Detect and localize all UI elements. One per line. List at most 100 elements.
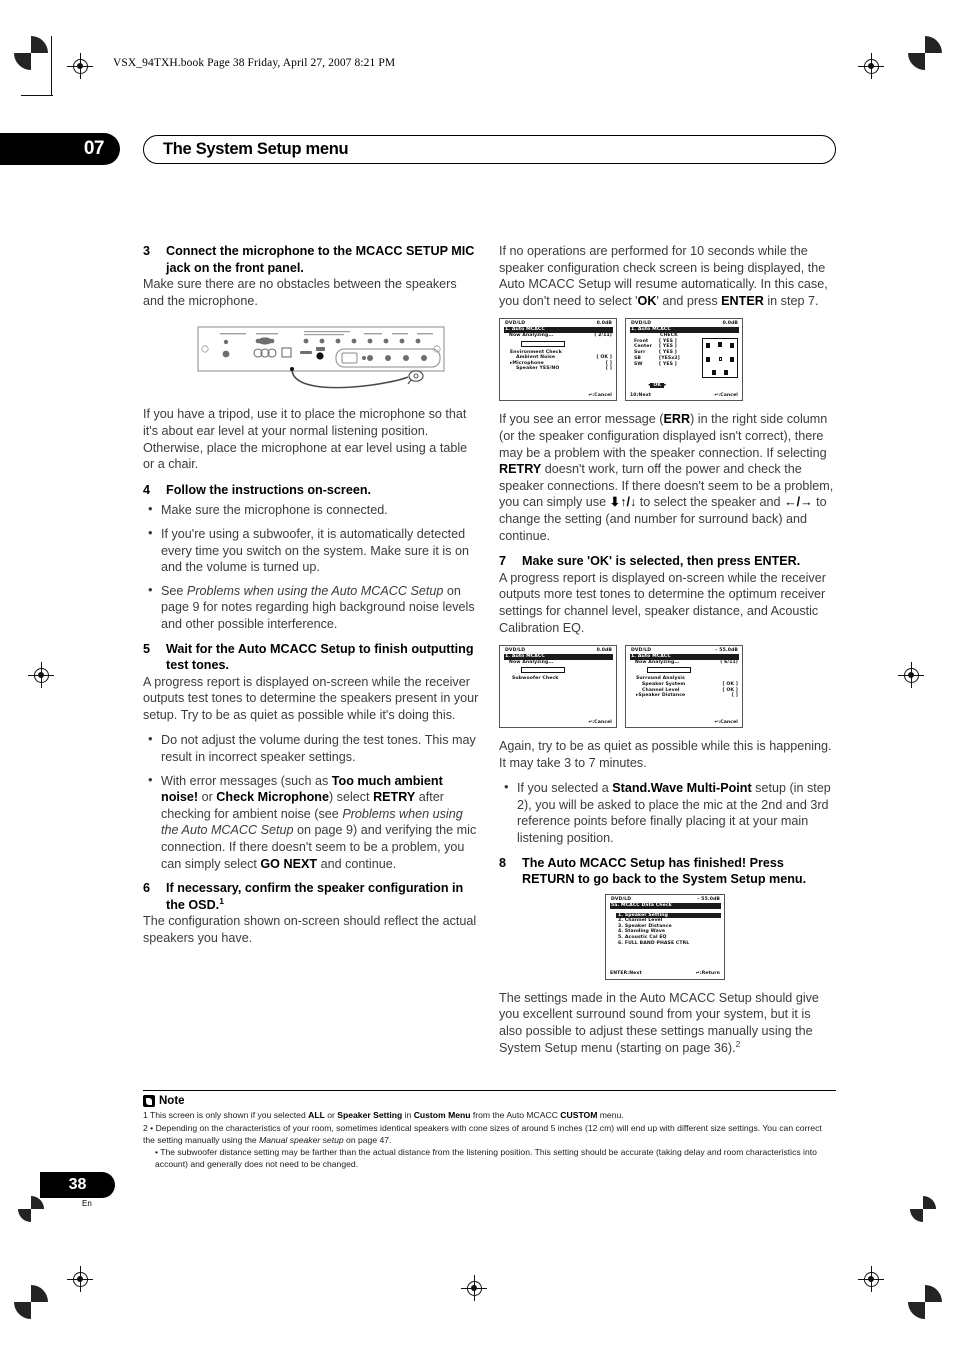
osd-source-label: DVD/LD [505,648,526,654]
osd-cancel-hint: ↵:Cancel [714,392,738,398]
chapter-title-text: The System Setup menu [163,140,349,158]
page-number-badge: 38 [40,1172,115,1198]
osd-analyzing-row: Now Analyzing… ( 6/11) [630,660,739,666]
trim-line-top-left [51,36,53,96]
registration-mark-top-left [14,36,48,70]
menu-item-full-band-phase-ctrl[interactable]: 6. FULL BAND PHASE CTRL [616,941,721,947]
running-head: VSX_94TXH.book Page 38 Friday, April 27,… [113,57,396,69]
osd-footer: ↵:Cancel [630,720,738,726]
registration-dot-lower-left [18,1196,44,1222]
registration-mark-bottom-left [14,1285,48,1319]
osd-screens-row-2: DVD/LD 0.0dB 1. Auto MCACC Now Analyzing… [499,645,835,729]
osd-progress-meter [521,667,565,674]
osd-level-label: 0.0dB [596,648,612,654]
step-7-heading: 7 Make sure 'OK' is selected, then press… [499,553,835,570]
step-6-number: 6 [143,881,151,896]
step-5-heading-text: Wait for the Auto MCACC Setup to finish … [166,641,474,673]
osd-level-label: 0.0dB [722,321,738,327]
osd-progress-meter [521,340,565,347]
registration-mark-bottom-right [908,1285,942,1319]
registration-mark-top-right [908,36,942,70]
page-title: The System Setup menu [143,135,836,164]
step-5-body: A progress report is displayed on-screen… [143,674,479,722]
osd-subwoofer-check: DVD/LD 0.0dB 1. Auto MCACC Now Analyzing… [499,645,617,729]
osd-screens-row-1: DVD/LD 0.0dB 1. Auto MCACC Now Analyzing… [499,318,835,402]
note-title: Note [159,1095,185,1108]
tripod-paragraph: If you have a tripod, use it to place th… [143,407,468,472]
step-3-body: Make sure there are no obstacles between… [143,277,457,308]
osd-surround-analysis: DVD/LD – 55.0dB 1. Auto MCACC Now Analyz… [625,645,743,729]
osd-footer: ↵:Cancel [504,720,612,726]
osd-level-label: – 55.0dB [697,896,720,902]
osd-speaker-table: Front[ YES ] Center[ YES ] Surr[ YES ] S… [630,339,681,368]
step-4-heading-text: Follow the instructions on-screen. [166,482,372,497]
note-item-2: 2 • Depending on the characteristics of … [143,1122,822,1145]
osd-footer: ↵:Cancel [504,393,612,399]
osd-status-bar: DVD/LD – 55.0dB [630,648,739,654]
note-divider [143,1090,836,1092]
right-text-column: If no operations are performed for 10 se… [499,243,835,1065]
osd-mcacc-data-check: DVD/LD – 55.0dB 5a. MCACC Data Check 1. … [605,893,725,980]
list-item: Do not adjust the volume during the test… [143,731,479,765]
step-4-heading: 4 Follow the instructions on-screen. [143,482,479,499]
list-item: If you selected a Stand.Wave Multi-Point… [499,779,835,846]
osd-next-hint: ENTER:Next [610,971,642,977]
crosshair-mark-top-right [858,53,884,79]
final-paragraph-text: The settings made in the Auto MCACC Setu… [499,990,819,1055]
osd-return-hint: ↵:Return [695,971,720,977]
osd-progress-text: ( 2/11) [594,333,612,339]
speaker-layout-diagram [702,338,738,379]
crosshair-mark-bottom-right [858,1266,884,1292]
step-5-bullets: Do not adjust the volume during the test… [143,731,479,872]
crosshair-mark-mid-left [28,662,54,688]
osd-check-value: [ ] [605,366,612,372]
note-items: 1 This screen is only shown if you selec… [143,1110,836,1171]
osd-progress-meter [647,667,691,674]
osd-progress-text: ( 6/11) [720,659,738,665]
note-header: Note [143,1095,836,1108]
osd-footer: ENTER:Next ↵:Return [610,971,720,977]
note-item-3: • The subwoofer distance setting may be … [155,1147,817,1170]
error-paragraph: If you see an error message (ERR) in the… [499,412,834,543]
speaker-label: SW [634,361,643,367]
step-3-number: 3 [143,244,151,258]
osd-cancel-hint: ↵:Cancel [714,719,738,725]
step-6-body: The configuration shown on-screen should… [143,914,477,945]
registration-dot-lower-right [910,1196,936,1222]
osd-source-label: DVD/LD [611,896,632,902]
step-3-heading: 3 Connect the microphone to the MCACC SE… [143,243,479,276]
osd-source-label: DVD/LD [631,648,652,654]
step-5-heading: 5 Wait for the Auto MCACC Setup to finis… [143,641,479,674]
osd-status-text: Now Analyzing… [509,333,554,339]
crosshair-mark-bottom-center [461,1275,487,1301]
list-item: If you're using a subwoofer, it is autom… [143,525,479,576]
osd-check-label: Speaker YES/NO [516,366,560,372]
manual-page: VSX_94TXH.book Page 38 Friday, April 27,… [0,0,954,1351]
final-paragraph: The settings made in the Auto MCACC Setu… [499,990,835,1056]
step-7-body: A progress report is displayed on-screen… [499,570,826,635]
step-4-number: 4 [143,482,151,497]
osd-level-label: – 55.0dB [715,648,738,654]
osd-check-row: Speaker YES/NO [ ] [504,366,613,372]
step-6-heading-text: If necessary, confirm the speaker config… [166,881,464,912]
step-6-footnote-ref: 1 [219,895,224,906]
step-4-bullets: Make sure the microphone is connected. I… [143,501,479,633]
timeout-paragraph: If no operations are performed for 10 se… [499,244,828,308]
osd-analyzing-row: Now Analyzing… ( 2/11) [504,333,613,339]
note-block: Note 1 This screen is only shown if you … [143,1090,836,1172]
osd-status-text: Now Analyzing… [509,659,554,665]
osd-environment-check: DVD/LD 0.0dB 1. Auto MCACC Now Analyzing… [499,318,617,402]
osd-cancel-hint: ↵:Cancel [588,719,612,725]
front-panel-illustration [196,325,446,393]
osd-status-text: Now Analyzing… [635,659,680,665]
osd-title: 5a. MCACC Data Check [610,902,721,909]
step-8-heading: 8 The Auto MCACC Setup has finished! Pre… [499,855,835,888]
step-8-heading-text: The Auto MCACC Setup has finished! Press… [522,855,807,887]
note-item-1: 1 This screen is only shown if you selec… [143,1110,624,1121]
trim-line-top-left-h [21,95,53,97]
osd-status-bar: DVD/LD – 55.0dB [610,897,721,903]
ok-button[interactable]: OK [650,382,665,389]
osd-ok-row[interactable]: ◂ OK ▸ [648,382,666,389]
list-item: See Problems when using the Auto MCACC S… [143,582,479,633]
osd-next-hint: 10:Next [630,392,652,398]
